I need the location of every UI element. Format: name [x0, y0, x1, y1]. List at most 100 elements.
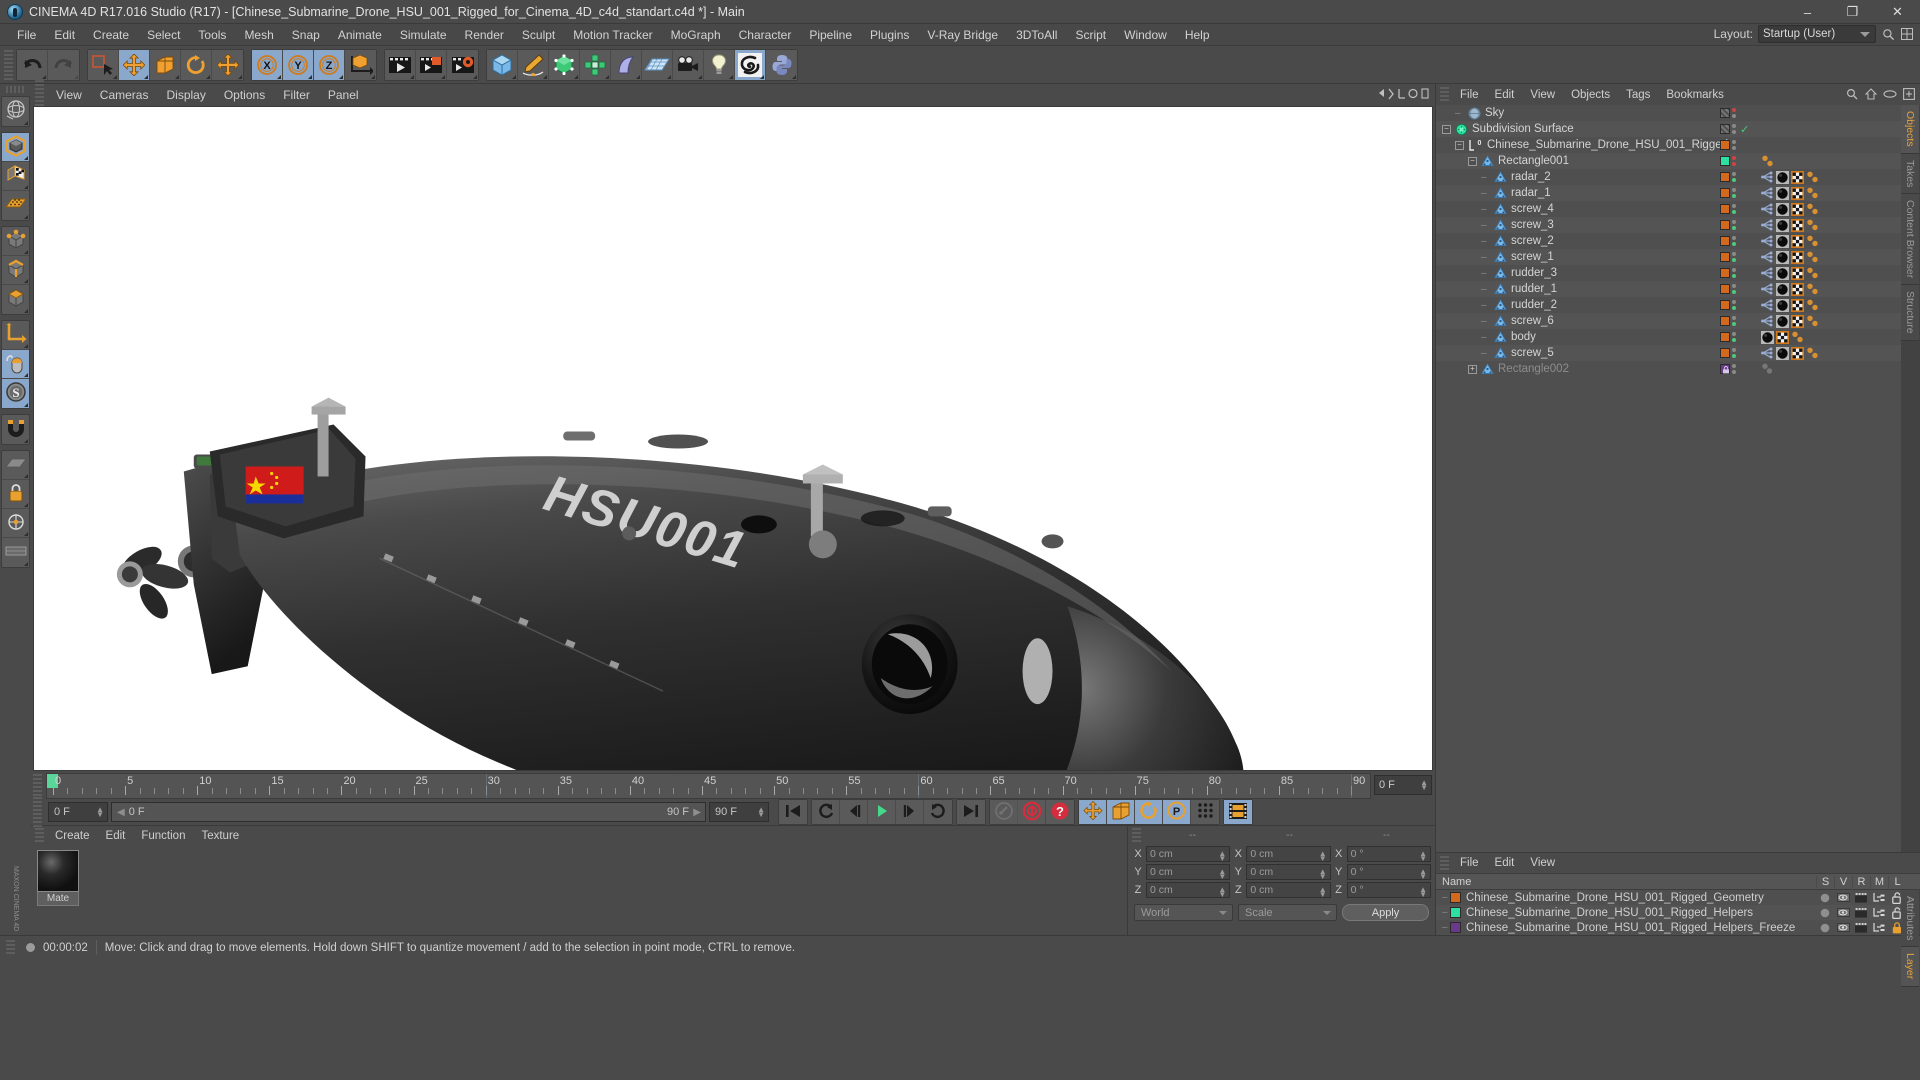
- layer-visible-toggle[interactable]: [1834, 923, 1852, 932]
- object-row[interactable]: – rudder_3: [1436, 265, 1920, 281]
- position-field-z[interactable]: 0 cm ▲ ▼: [1146, 882, 1231, 899]
- object-tree[interactable]: – Sky − Subdivision Surface ✓ −0 Chinese_Subma…: [1436, 105, 1920, 852]
- layer-menu-file[interactable]: File: [1452, 854, 1487, 873]
- material-tag-icon[interactable]: [1776, 235, 1789, 248]
- object-color-swatch[interactable]: [1720, 284, 1730, 294]
- visibility-dot[interactable]: [1732, 236, 1736, 240]
- dropdown-corner-icon[interactable]: [24, 309, 28, 313]
- dropdown-corner-icon[interactable]: [339, 74, 343, 79]
- magnet-button[interactable]: [2, 415, 29, 444]
- render-settings-button[interactable]: [447, 49, 478, 80]
- layer-manager-toggle[interactable]: [1870, 907, 1888, 918]
- vertical-tab-content-browser[interactable]: Content Browser: [1901, 194, 1919, 286]
- dropdown-corner-icon[interactable]: [605, 74, 609, 79]
- object-row[interactable]: + Rectangle002: [1436, 361, 1920, 377]
- make-editable-button[interactable]: [2, 133, 29, 162]
- uv-tag-icon[interactable]: [1791, 171, 1804, 184]
- dropdown-corner-icon[interactable]: [24, 532, 28, 536]
- rotation-field-x[interactable]: 0 ° ▲ ▼: [1346, 846, 1431, 863]
- material-tag-icon[interactable]: [1776, 171, 1789, 184]
- spinner-icon[interactable]: ▲ ▼: [1419, 886, 1427, 899]
- visibility-dot[interactable]: [1732, 332, 1736, 336]
- dropdown-corner-icon[interactable]: [636, 74, 640, 79]
- spinner-icon[interactable]: ▲ ▼: [1420, 779, 1428, 792]
- dropdown-corner-icon[interactable]: [473, 74, 477, 79]
- object-row[interactable]: − 0 Chinese_Submarine_Drone_HSU_001_Rigged: [1436, 137, 1920, 153]
- axis-mode-button[interactable]: [2, 321, 29, 350]
- menu-window[interactable]: Window: [1115, 24, 1176, 46]
- connect-tag-icon[interactable]: [1761, 267, 1773, 279]
- object-row[interactable]: – radar_2: [1436, 169, 1920, 185]
- uv-tag-icon[interactable]: [1791, 267, 1804, 280]
- search-icon[interactable]: [1844, 86, 1859, 101]
- layer-manager-header[interactable]: M: [1870, 875, 1888, 888]
- keyframe-tag-icon[interactable]: [1806, 347, 1818, 359]
- material-tag-icon[interactable]: [1776, 267, 1789, 280]
- layer-row[interactable]: – Chinese_Submarine_Drone_HSU_001_Rigged_…: [1436, 920, 1920, 935]
- object-color-swatch[interactable]: [1720, 236, 1730, 246]
- add-spline-button[interactable]: [518, 49, 549, 80]
- key-parameter-button[interactable]: P: [1163, 800, 1191, 824]
- visibility-dot[interactable]: [1732, 156, 1736, 160]
- viewport-menu-view[interactable]: View: [47, 85, 91, 105]
- add-light-button[interactable]: [704, 49, 735, 80]
- go-to-end-button[interactable]: [957, 800, 985, 824]
- visibility-dot[interactable]: [1732, 316, 1736, 320]
- spinner-icon[interactable]: ▲ ▼: [1419, 850, 1427, 863]
- visibility-dot[interactable]: [1732, 242, 1736, 246]
- dropdown-corner-icon[interactable]: [667, 74, 671, 79]
- polygon-mode-button[interactable]: [2, 285, 29, 314]
- menu-simulate[interactable]: Simulate: [391, 24, 456, 46]
- object-row[interactable]: – radar_1: [1436, 185, 1920, 201]
- visibility-dot[interactable]: [1732, 322, 1736, 326]
- visibility-dot[interactable]: [1732, 354, 1736, 358]
- grid-icon[interactable]: [1900, 27, 1914, 41]
- preview-range-field[interactable]: ◀ 0 F 90 F ▶: [111, 802, 706, 822]
- menu-snap[interactable]: Snap: [283, 24, 329, 46]
- dropdown-corner-icon[interactable]: [113, 74, 117, 79]
- keyframe-tag-icon[interactable]: [1806, 283, 1818, 295]
- uv-tag-icon[interactable]: [1791, 283, 1804, 296]
- visibility-dots[interactable]: [1732, 188, 1736, 198]
- menu-plugins[interactable]: Plugins: [861, 24, 918, 46]
- dropdown-corner-icon[interactable]: [308, 74, 312, 79]
- menu-edit[interactable]: Edit: [45, 24, 84, 46]
- greytag-tag-icon[interactable]: [1761, 363, 1773, 375]
- uv-tag-icon[interactable]: [1791, 347, 1804, 360]
- spinner-icon[interactable]: ▲ ▼: [1319, 868, 1327, 881]
- layer-menu-edit[interactable]: Edit: [1487, 854, 1523, 873]
- add-camera-button[interactable]: [673, 49, 704, 80]
- layer-render-header[interactable]: R: [1852, 875, 1870, 888]
- visibility-dots[interactable]: [1732, 236, 1736, 246]
- workplane-button[interactable]: [2, 451, 29, 480]
- keyframe-tag-icon[interactable]: [1806, 187, 1818, 199]
- keyframe-tag-icon[interactable]: [1806, 251, 1818, 263]
- previous-keyframe-button[interactable]: [812, 800, 840, 824]
- object-color-swatch[interactable]: [1720, 124, 1730, 134]
- dropdown-corner-icon[interactable]: [441, 74, 445, 79]
- undo-view-button[interactable]: [2, 97, 29, 126]
- x-axis-lock-button[interactable]: X: [252, 49, 283, 80]
- content-browser-button[interactable]: [735, 49, 766, 80]
- left-toolbar-grip[interactable]: [5, 86, 26, 93]
- dropdown-corner-icon[interactable]: [24, 439, 28, 443]
- material-menu-texture[interactable]: Texture: [193, 827, 247, 846]
- status-grip[interactable]: [6, 939, 15, 956]
- lock-workplane-button[interactable]: [2, 480, 29, 509]
- spinner-icon[interactable]: ▲ ▼: [757, 806, 765, 819]
- keyframe-tag-icon[interactable]: [1806, 235, 1818, 247]
- render-view-button[interactable]: [385, 49, 416, 80]
- uv-tag-icon[interactable]: [1791, 235, 1804, 248]
- visibility-dot[interactable]: [1732, 114, 1736, 118]
- keyframe-tag-icon[interactable]: [1806, 203, 1818, 215]
- layer-lock-header[interactable]: L: [1888, 875, 1906, 888]
- menu-character[interactable]: Character: [730, 24, 801, 46]
- layer-solo-toggle[interactable]: [1816, 923, 1834, 933]
- layer-visible-toggle[interactable]: [1834, 908, 1852, 917]
- dropdown-corner-icon[interactable]: [792, 74, 796, 79]
- dropdown-corner-icon[interactable]: [42, 74, 46, 79]
- perspective-viewport[interactable]: HSU001: [33, 106, 1433, 771]
- dropdown-corner-icon[interactable]: [24, 250, 28, 254]
- layer-render-toggle[interactable]: [1852, 907, 1870, 918]
- visibility-dot[interactable]: [1732, 210, 1736, 214]
